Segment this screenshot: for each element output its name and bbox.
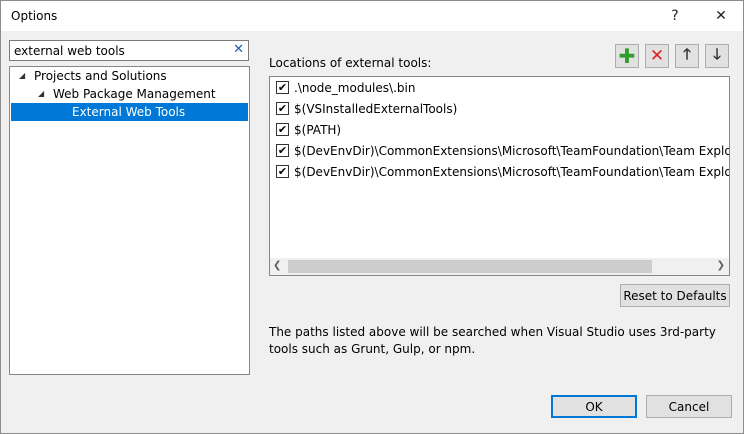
location-path: $(VSInstalledExternalTools) bbox=[294, 102, 458, 116]
tree-item-label: Web Package Management bbox=[53, 87, 216, 101]
options-search-box: ✕ bbox=[9, 40, 249, 61]
location-checkbox[interactable]: ✔ bbox=[276, 81, 289, 94]
location-path: $(PATH) bbox=[294, 123, 342, 137]
location-path: $(DevEnvDir)\CommonExtensions\Microsoft\… bbox=[294, 165, 730, 179]
move-up-button[interactable]: 🡑 bbox=[675, 44, 699, 68]
move-down-button[interactable]: 🡓 bbox=[705, 44, 729, 68]
location-path: $(DevEnvDir)\CommonExtensions\Microsoft\… bbox=[294, 144, 730, 158]
ok-button[interactable]: OK bbox=[551, 395, 637, 418]
tree-item-label: Projects and Solutions bbox=[34, 69, 167, 83]
help-icon: ? bbox=[671, 8, 679, 24]
tree-item-external-web-tools[interactable]: External Web Tools bbox=[11, 103, 248, 121]
location-path: .\node_modules\.bin bbox=[294, 81, 416, 95]
close-icon: ✕ bbox=[715, 8, 727, 24]
tree-item-projects-and-solutions[interactable]: ◢ Projects and Solutions bbox=[10, 67, 248, 85]
help-button[interactable]: ? bbox=[653, 1, 697, 31]
cancel-button[interactable]: Cancel bbox=[646, 395, 732, 418]
scrollbar-thumb[interactable] bbox=[288, 260, 652, 273]
horizontal-scrollbar[interactable]: ❮ ❯ bbox=[270, 258, 729, 275]
plus-icon: ✚ bbox=[618, 44, 636, 68]
scroll-left-icon[interactable]: ❮ bbox=[273, 260, 281, 271]
description-text: The paths listed above will be searched … bbox=[269, 325, 716, 356]
title-bar: Options ? ✕ bbox=[1, 1, 743, 31]
expanded-arrow-icon[interactable]: ◢ bbox=[19, 67, 25, 85]
scroll-right-icon[interactable]: ❯ bbox=[717, 260, 725, 271]
arrow-down-icon: 🡓 bbox=[713, 44, 721, 63]
window-title: Options bbox=[11, 9, 58, 23]
locations-label: Locations of external tools: bbox=[269, 56, 432, 70]
location-checkbox[interactable]: ✔ bbox=[276, 123, 289, 136]
reset-to-defaults-button[interactable]: Reset to Defaults bbox=[620, 284, 730, 307]
locations-list: ✔ .\node_modules\.bin ✔ $(VSInstalledExt… bbox=[269, 76, 730, 276]
location-checkbox[interactable]: ✔ bbox=[276, 102, 289, 115]
arrow-up-icon: 🡑 bbox=[683, 44, 691, 63]
add-location-button[interactable]: ✚ bbox=[615, 44, 639, 68]
clear-search-icon[interactable]: ✕ bbox=[233, 42, 244, 57]
location-checkbox[interactable]: ✔ bbox=[276, 165, 289, 178]
remove-location-button[interactable]: ✕ bbox=[645, 44, 669, 68]
close-button[interactable]: ✕ bbox=[699, 1, 743, 31]
delete-icon: ✕ bbox=[649, 46, 665, 66]
expanded-arrow-icon[interactable]: ◢ bbox=[38, 85, 44, 103]
tree-item-label: External Web Tools bbox=[72, 105, 186, 119]
location-checkbox[interactable]: ✔ bbox=[276, 144, 289, 157]
search-input[interactable] bbox=[14, 43, 224, 58]
options-dialog: Options ? ✕ ✕ ◢ Projects and Solutions ◢… bbox=[0, 0, 744, 434]
options-tree: ◢ Projects and Solutions ◢ Web Package M… bbox=[9, 66, 250, 375]
tree-item-web-package-management[interactable]: ◢ Web Package Management bbox=[10, 85, 248, 103]
